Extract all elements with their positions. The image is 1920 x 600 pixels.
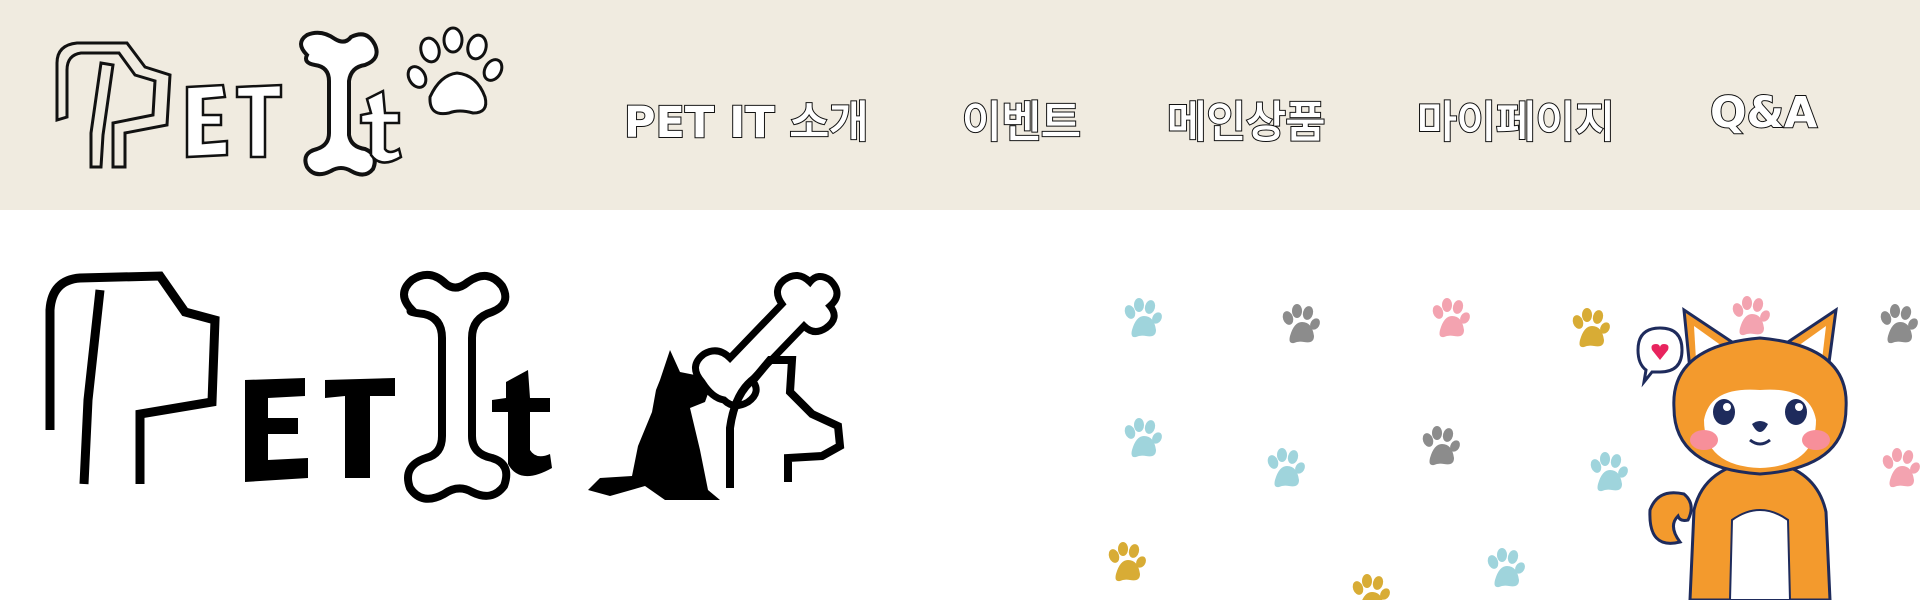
paw-print-icon: [1265, 448, 1307, 488]
logo-bone-i: [299, 30, 379, 177]
hero-logo-letter-p: [45, 271, 220, 485]
nav-item-my-page[interactable]: 마이페이지: [1416, 88, 1616, 150]
header-logo[interactable]: [45, 25, 565, 185]
nav-item-main-products[interactable]: 메인상품: [1166, 88, 1326, 150]
nav-item-about[interactable]: PET IT 소개: [623, 88, 870, 150]
paw-print-icon: [1570, 308, 1612, 348]
paw-print-icon: [1280, 304, 1322, 344]
hero-logo-letters-et: [245, 378, 395, 482]
paw-print-icon: [1485, 548, 1527, 588]
paw-print-icon: [1122, 418, 1164, 458]
hero-logo-bone-i: [400, 270, 511, 503]
shiba-dog-illustration: [1636, 306, 1848, 600]
hero-logo: [45, 270, 845, 503]
site-header: PET IT 소개 이벤트 메인상품 마이페이지 Q&A: [0, 0, 1920, 210]
heart-bubble-icon: [1636, 326, 1684, 388]
paw-print-icon: [1106, 542, 1148, 582]
paw-print-icon: [1350, 574, 1392, 600]
nav-item-qna[interactable]: Q&A: [1709, 87, 1818, 139]
logo-letters-et: [185, 83, 283, 159]
paw-print-icon: [1420, 426, 1462, 466]
bone-icon: [692, 272, 841, 409]
paw-print-icon: [406, 26, 504, 116]
paw-print-icon: [1430, 298, 1472, 338]
hero-banner: [0, 210, 1920, 600]
logo-letter-p: [55, 41, 172, 169]
paw-print-icon: [1122, 298, 1164, 338]
nav-item-events[interactable]: 이벤트: [961, 88, 1082, 150]
